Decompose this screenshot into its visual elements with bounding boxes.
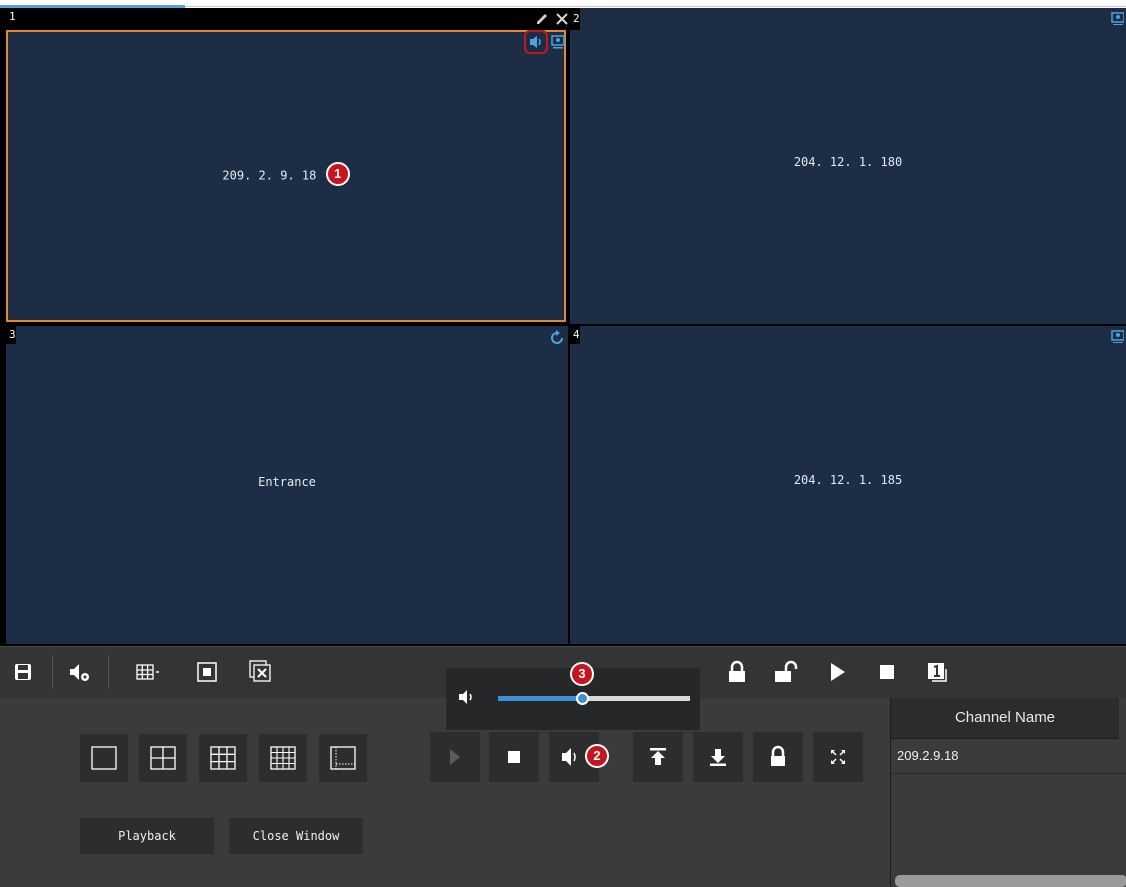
pane-camera-label: 204. 12. 1. 180 xyxy=(793,155,903,169)
video-pane-2[interactable]: 2 204. 12. 1. 180 xyxy=(570,8,1126,324)
lock-icon[interactable] xyxy=(722,657,752,687)
volume-slider-fill xyxy=(498,696,583,701)
audio-button[interactable]: 2 xyxy=(549,732,609,782)
volume-slider-track[interactable] xyxy=(498,692,690,705)
pane-number: 4 xyxy=(570,326,580,344)
layout-4x4-button[interactable] xyxy=(259,734,307,782)
channel-table: Channel Name 209.2.9.18 xyxy=(890,698,1126,887)
horizontal-scrollbar[interactable] xyxy=(895,875,1126,887)
unlock-icon[interactable] xyxy=(770,657,800,687)
volume-icon xyxy=(459,690,472,704)
callout-badge: 2 xyxy=(585,744,609,768)
pane-camera-label: Entrance xyxy=(258,475,316,489)
layout-1x1-button[interactable] xyxy=(80,734,128,782)
monitor-icon[interactable] xyxy=(550,34,566,50)
layout-custom-button[interactable] xyxy=(319,734,367,782)
pane-1-header: 1 xyxy=(6,8,568,30)
video-pane-3[interactable]: 3 Entrance xyxy=(6,326,568,644)
close-all-icon[interactable] xyxy=(246,657,276,687)
upload-button[interactable] xyxy=(633,732,683,782)
monitor-icon[interactable] xyxy=(1110,329,1124,343)
table-row[interactable]: 209.2.9.18 xyxy=(891,738,1126,774)
pane-number: 2 xyxy=(570,8,580,30)
stop-button[interactable] xyxy=(489,732,539,782)
audio-settings-icon[interactable] xyxy=(64,657,94,687)
fullscreen-button[interactable] xyxy=(813,732,863,782)
refresh-icon[interactable] xyxy=(548,329,566,347)
play-icon[interactable] xyxy=(822,657,852,687)
layout-2x2-button[interactable] xyxy=(139,734,187,782)
playback-button[interactable]: Playback xyxy=(80,818,214,854)
save-icon[interactable] xyxy=(8,657,38,687)
stop-icon[interactable] xyxy=(872,657,902,687)
toolbar-separator xyxy=(108,655,109,689)
layout-3x3-button[interactable] xyxy=(199,734,247,782)
video-pane-4[interactable]: 4 204. 12. 1. 185 xyxy=(570,326,1126,644)
play-button[interactable] xyxy=(430,732,480,782)
volume-popup: 3 xyxy=(446,662,700,730)
pane-1-label-wrap: 209. 2. 9. 18 1 xyxy=(8,162,564,188)
screen-one-icon[interactable] xyxy=(922,657,952,687)
close-window-button[interactable]: Close Window xyxy=(229,818,363,854)
video-pane-1[interactable]: 209. 2. 9. 18 1 xyxy=(6,30,566,322)
close-icon[interactable] xyxy=(554,11,570,27)
audio-icon-highlight xyxy=(524,30,548,54)
window-fit-icon[interactable] xyxy=(192,657,222,687)
lock-button[interactable] xyxy=(753,732,803,782)
top-tab-strip xyxy=(0,0,1126,8)
toolbar-separator xyxy=(52,655,53,689)
pane-camera-label: 204. 12. 1. 185 xyxy=(793,473,903,487)
callout-badge: 3 xyxy=(570,662,594,686)
monitor-icon[interactable] xyxy=(1110,11,1124,25)
channel-name-header[interactable]: Channel Name xyxy=(891,698,1119,739)
control-panel: 2 Playback Close Window xyxy=(0,698,890,887)
layout-dropdown-icon[interactable] xyxy=(132,657,162,687)
pane-camera-label: 209. 2. 9. 18 xyxy=(222,168,317,183)
tab-divider xyxy=(185,6,1126,7)
edit-icon[interactable] xyxy=(534,11,550,27)
pane-number: 1 xyxy=(9,10,16,23)
audio-icon[interactable] xyxy=(526,32,546,52)
pane-number: 3 xyxy=(6,326,16,344)
callout-badge: 1 xyxy=(325,162,350,186)
download-button[interactable] xyxy=(693,732,743,782)
volume-slider-handle[interactable] xyxy=(576,692,590,705)
